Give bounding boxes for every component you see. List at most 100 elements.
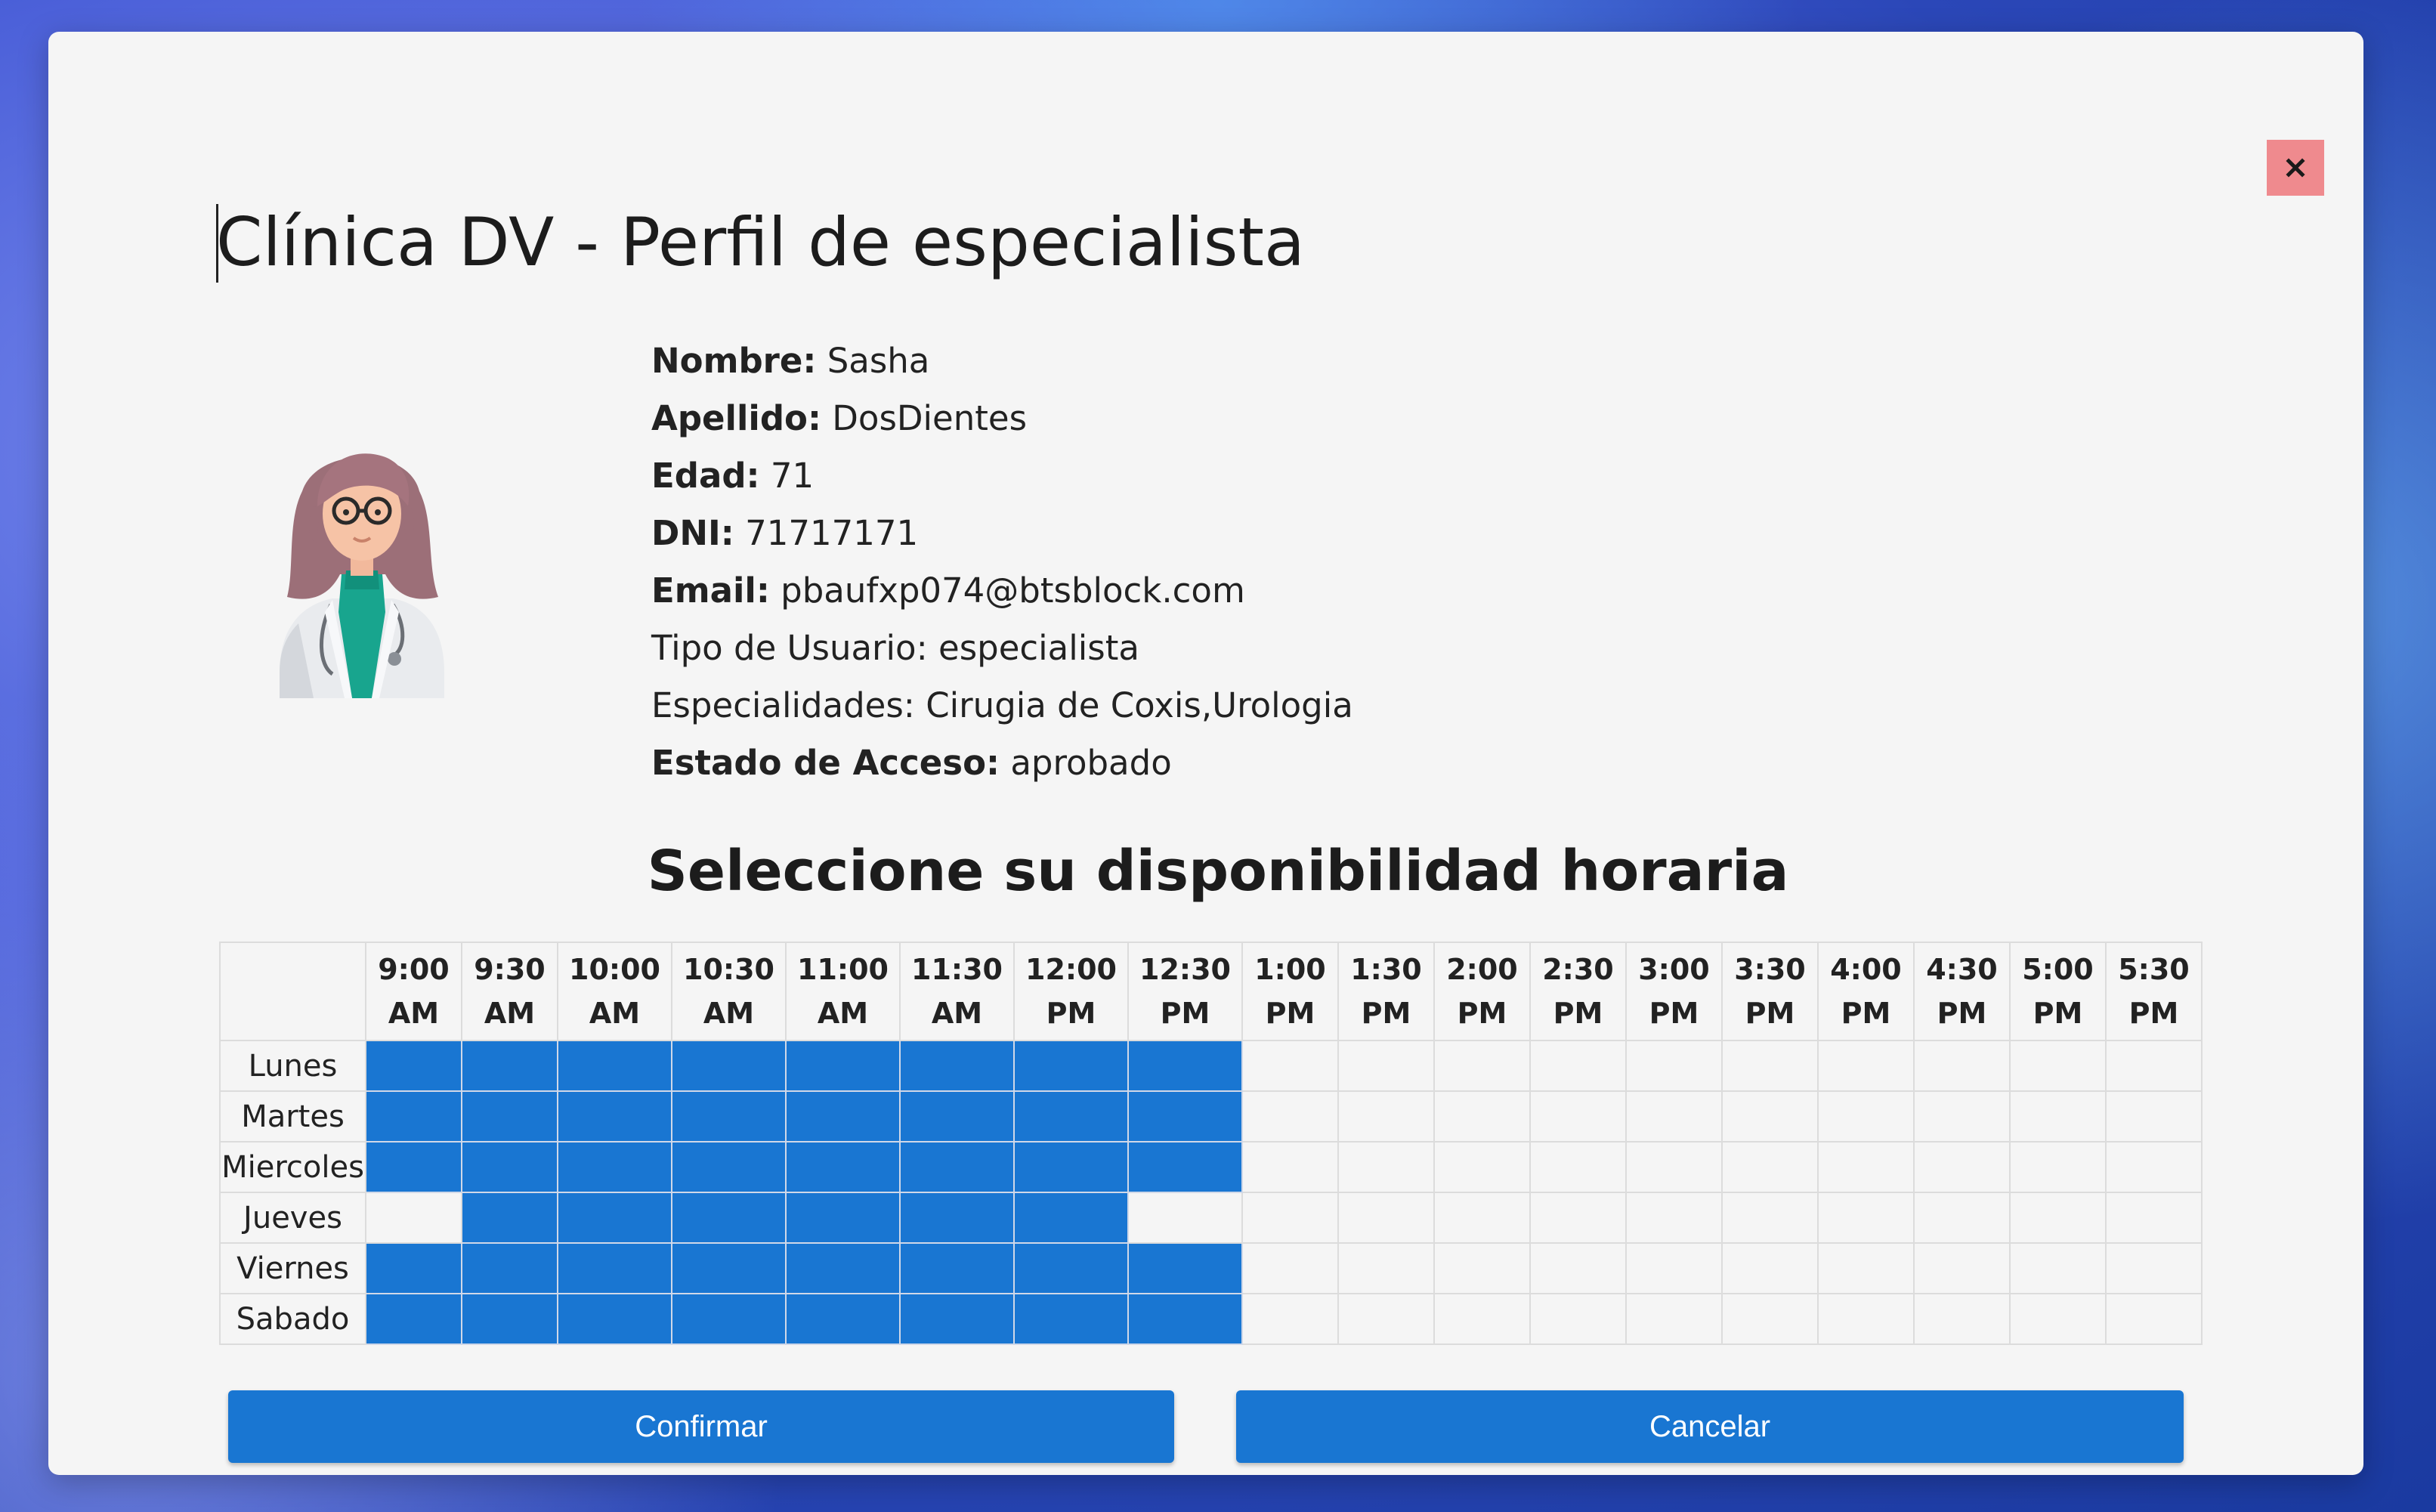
- time-slot[interactable]: [2105, 1242, 2203, 1294]
- time-slot-selected[interactable]: [1013, 1090, 1129, 1143]
- time-slot-selected[interactable]: [785, 1090, 901, 1143]
- time-slot[interactable]: [1529, 1040, 1627, 1092]
- time-slot[interactable]: [2009, 1090, 2107, 1143]
- time-slot-selected[interactable]: [1013, 1192, 1129, 1244]
- time-slot[interactable]: [1817, 1040, 1915, 1092]
- time-slot[interactable]: [1529, 1141, 1627, 1193]
- time-slot[interactable]: [1337, 1192, 1435, 1244]
- time-slot[interactable]: [2009, 1293, 2107, 1345]
- time-slot-selected[interactable]: [557, 1141, 672, 1193]
- time-slot-selected[interactable]: [671, 1293, 787, 1345]
- time-slot-selected[interactable]: [785, 1141, 901, 1193]
- time-slot-selected[interactable]: [365, 1242, 462, 1294]
- time-slot[interactable]: [1817, 1293, 1915, 1345]
- time-slot[interactable]: [1241, 1090, 1339, 1143]
- time-slot[interactable]: [1529, 1242, 1627, 1294]
- time-slot-selected[interactable]: [899, 1090, 1015, 1143]
- time-slot[interactable]: [1625, 1293, 1723, 1345]
- time-slot[interactable]: [1625, 1040, 1723, 1092]
- time-slot-selected[interactable]: [365, 1141, 462, 1193]
- confirm-button[interactable]: Confirmar: [228, 1390, 1174, 1463]
- time-slot-selected[interactable]: [671, 1040, 787, 1092]
- close-button[interactable]: [2267, 140, 2324, 196]
- time-slot-selected[interactable]: [461, 1141, 558, 1193]
- time-slot[interactable]: [2105, 1293, 2203, 1345]
- time-slot-selected[interactable]: [461, 1040, 558, 1092]
- time-slot-selected[interactable]: [785, 1192, 901, 1244]
- time-slot[interactable]: [2105, 1141, 2203, 1193]
- time-slot[interactable]: [1337, 1293, 1435, 1345]
- time-slot[interactable]: [1433, 1090, 1531, 1143]
- time-slot-selected[interactable]: [671, 1192, 787, 1244]
- time-slot-selected[interactable]: [671, 1141, 787, 1193]
- time-slot-selected[interactable]: [365, 1090, 462, 1143]
- time-slot-selected[interactable]: [899, 1040, 1015, 1092]
- time-slot-selected[interactable]: [461, 1192, 558, 1244]
- time-slot[interactable]: [1241, 1040, 1339, 1092]
- time-slot[interactable]: [1625, 1192, 1723, 1244]
- time-slot-selected[interactable]: [461, 1242, 558, 1294]
- time-slot[interactable]: [1817, 1192, 1915, 1244]
- time-slot-selected[interactable]: [1127, 1040, 1243, 1092]
- time-slot[interactable]: [1337, 1040, 1435, 1092]
- time-slot[interactable]: [2009, 1141, 2107, 1193]
- time-slot[interactable]: [1433, 1293, 1531, 1345]
- time-slot[interactable]: [1913, 1242, 2011, 1294]
- time-slot[interactable]: [1433, 1040, 1531, 1092]
- time-slot-selected[interactable]: [557, 1192, 672, 1244]
- time-slot-selected[interactable]: [671, 1090, 787, 1143]
- cancel-button[interactable]: Cancelar: [1236, 1390, 2184, 1463]
- time-slot[interactable]: [1913, 1293, 2011, 1345]
- time-slot-selected[interactable]: [1127, 1090, 1243, 1143]
- time-slot[interactable]: [1913, 1141, 2011, 1193]
- time-slot[interactable]: [1337, 1141, 1435, 1193]
- time-slot-selected[interactable]: [785, 1040, 901, 1092]
- time-slot[interactable]: [1241, 1192, 1339, 1244]
- time-slot[interactable]: [1433, 1141, 1531, 1193]
- time-slot-selected[interactable]: [365, 1293, 462, 1345]
- time-slot-selected[interactable]: [785, 1242, 901, 1294]
- time-slot[interactable]: [1433, 1242, 1531, 1294]
- time-slot[interactable]: [2009, 1040, 2107, 1092]
- time-slot[interactable]: [1721, 1192, 1819, 1244]
- time-slot[interactable]: [1337, 1090, 1435, 1143]
- time-slot-selected[interactable]: [461, 1293, 558, 1345]
- time-slot[interactable]: [2009, 1192, 2107, 1244]
- time-slot[interactable]: [1337, 1242, 1435, 1294]
- time-slot[interactable]: [1913, 1040, 2011, 1092]
- time-slot-selected[interactable]: [1127, 1293, 1243, 1345]
- time-slot[interactable]: [1529, 1293, 1627, 1345]
- time-slot[interactable]: [1817, 1242, 1915, 1294]
- time-slot-selected[interactable]: [1013, 1141, 1129, 1193]
- time-slot[interactable]: [2009, 1242, 2107, 1294]
- time-slot[interactable]: [1241, 1293, 1339, 1345]
- time-slot-selected[interactable]: [557, 1242, 672, 1294]
- time-slot[interactable]: [1241, 1242, 1339, 1294]
- time-slot[interactable]: [1529, 1090, 1627, 1143]
- time-slot-selected[interactable]: [785, 1293, 901, 1345]
- time-slot[interactable]: [1913, 1090, 2011, 1143]
- time-slot-selected[interactable]: [899, 1192, 1015, 1244]
- time-slot[interactable]: [1625, 1242, 1723, 1294]
- time-slot[interactable]: [1433, 1192, 1531, 1244]
- time-slot[interactable]: [1721, 1090, 1819, 1143]
- time-slot[interactable]: [1721, 1293, 1819, 1345]
- time-slot-selected[interactable]: [899, 1141, 1015, 1193]
- time-slot-selected[interactable]: [671, 1242, 787, 1294]
- time-slot-selected[interactable]: [1013, 1293, 1129, 1345]
- time-slot[interactable]: [1127, 1192, 1243, 1244]
- time-slot[interactable]: [1625, 1090, 1723, 1143]
- time-slot-selected[interactable]: [1127, 1141, 1243, 1193]
- time-slot[interactable]: [1625, 1141, 1723, 1193]
- time-slot[interactable]: [1721, 1141, 1819, 1193]
- time-slot[interactable]: [1241, 1141, 1339, 1193]
- time-slot[interactable]: [365, 1192, 462, 1244]
- time-slot-selected[interactable]: [365, 1040, 462, 1092]
- time-slot[interactable]: [2105, 1192, 2203, 1244]
- time-slot-selected[interactable]: [557, 1293, 672, 1345]
- time-slot[interactable]: [1529, 1192, 1627, 1244]
- time-slot[interactable]: [1817, 1141, 1915, 1193]
- time-slot[interactable]: [1721, 1242, 1819, 1294]
- time-slot[interactable]: [1913, 1192, 2011, 1244]
- time-slot-selected[interactable]: [557, 1090, 672, 1143]
